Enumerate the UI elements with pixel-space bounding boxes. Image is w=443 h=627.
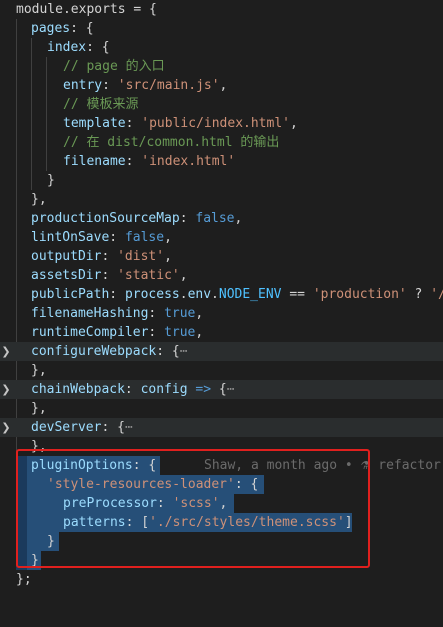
closing-brace: },	[31, 401, 47, 416]
closing-brace: },	[31, 192, 47, 207]
code-line: };	[0, 570, 443, 589]
code-line: // page 的入口	[0, 57, 443, 76]
code-line: // 在 dist/common.html 的输出	[0, 133, 443, 152]
chevron-right-icon[interactable]: ❯	[1, 380, 11, 399]
annotation-highlight-box	[16, 449, 370, 568]
fold-ellipsis[interactable]: ⋯	[227, 382, 235, 397]
property-key: runtimeCompiler	[31, 325, 149, 340]
code-line: },	[0, 190, 443, 209]
parameter: config	[140, 382, 188, 397]
code-line: productionSourceMap: false,	[31, 211, 243, 226]
code-comment: // page 的入口	[63, 59, 165, 74]
closing-brace: }	[47, 173, 55, 188]
code-line: filename: 'index.html'	[63, 154, 236, 169]
identifier: env	[187, 287, 212, 302]
code-line: module.exports = {	[0, 0, 443, 19]
chevron-right-icon[interactable]: ❯	[1, 342, 11, 361]
code-line: },	[0, 361, 443, 380]
code-line: }	[0, 171, 443, 190]
property-key: filename	[63, 154, 126, 169]
property-key: assetsDir	[31, 268, 102, 283]
arrow-operator: =>	[187, 382, 219, 397]
string-value: 'index.html'	[141, 154, 236, 169]
boolean-value: true	[164, 325, 196, 340]
env-constant: NODE_ENV	[218, 287, 282, 302]
boolean-value: false	[195, 211, 235, 226]
string-value: 'src/main.js'	[117, 78, 220, 93]
code-line: pages: {	[31, 21, 94, 36]
property-key: chainWebpack	[31, 382, 125, 397]
folded-code-line[interactable]: ❯ devServer: {⋯	[0, 418, 443, 437]
code-line: filenameHashing: true,	[31, 306, 204, 321]
folded-code-line[interactable]: ❯ chainWebpack: config => {⋯	[0, 380, 443, 399]
string-value: 'static'	[117, 268, 180, 283]
code-line: entry: 'src/main.js',	[63, 78, 228, 93]
string-value: 'production'	[312, 287, 407, 302]
code-comment: // 模板来源	[63, 97, 139, 112]
property-key: lintOnSave	[31, 230, 110, 245]
code-comment: // 在 dist/common.html 的输出	[63, 135, 280, 150]
code-line: },	[0, 399, 443, 418]
fold-ellipsis[interactable]: ⋯	[125, 420, 133, 435]
property-key: template	[63, 116, 126, 131]
property-key: outputDir	[31, 249, 102, 264]
property-key: configureWebpack	[31, 344, 157, 359]
code-line: // 模板来源	[0, 95, 443, 114]
module-exports: module.exports = {	[16, 2, 157, 17]
code-line: lintOnSave: false,	[31, 230, 172, 245]
blame-message: refactor	[378, 458, 441, 473]
identifier: process	[124, 287, 180, 302]
code-line: index: {	[47, 40, 110, 55]
code-editor[interactable]: module.exports = { pages: { index: { // …	[0, 0, 443, 609]
property-key: productionSourceMap	[31, 211, 180, 226]
property-key: entry	[63, 78, 103, 93]
code-line: template: 'public/index.html',	[63, 116, 298, 131]
code-line: runtimeCompiler: true,	[31, 325, 204, 340]
property-key: publicPath	[31, 287, 110, 302]
property-key: devServer	[31, 420, 102, 435]
boolean-value: false	[124, 230, 165, 245]
property-key: index	[47, 40, 87, 55]
string-value: '/	[430, 287, 443, 302]
closing-brace: },	[31, 363, 47, 378]
string-value: 'dist'	[117, 249, 165, 264]
closing-brace: };	[16, 572, 32, 587]
string-value: 'public/index.html'	[141, 116, 290, 131]
fold-ellipsis[interactable]: ⋯	[180, 344, 188, 359]
property-key: filenameHashing	[31, 306, 149, 321]
code-line: outputDir: 'dist',	[31, 249, 172, 264]
code-line: assetsDir: 'static',	[31, 268, 188, 283]
code-line: publicPath: process.env.NODE_ENV == 'pro…	[0, 285, 443, 304]
folded-code-line[interactable]: ❯ configureWebpack: {⋯	[0, 342, 443, 361]
boolean-value: true	[164, 306, 196, 321]
property-key: pages	[31, 21, 71, 36]
chevron-right-icon[interactable]: ❯	[1, 418, 11, 437]
